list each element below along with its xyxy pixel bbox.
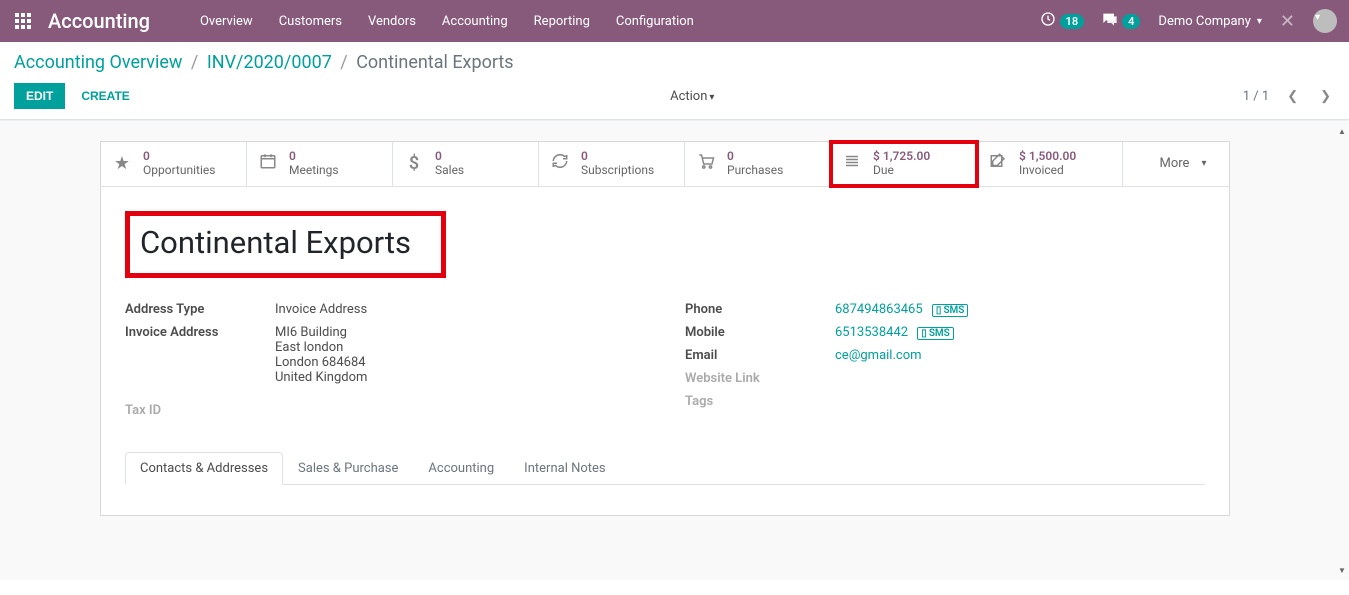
form-sheet: ★ 0Opportunities 0Meetings $ 0Sales 0Sub… — [100, 141, 1230, 516]
action-dropdown[interactable]: Action — [670, 89, 714, 104]
app-brand[interactable]: Accounting — [48, 9, 150, 33]
value-website — [835, 371, 1205, 386]
label-tax-id: Tax ID — [125, 403, 645, 418]
star-icon: ★ — [111, 153, 133, 174]
title-highlight-box: Continental Exports — [125, 211, 446, 278]
chat-icon — [1102, 11, 1118, 31]
list-icon — [841, 152, 863, 175]
label-email: Email — [685, 348, 835, 363]
tab-internal-notes[interactable]: Internal Notes — [509, 452, 620, 485]
company-switcher[interactable]: Demo Company — [1158, 14, 1261, 29]
label-invoice-address: Invoice Address — [125, 325, 275, 385]
label-phone: Phone — [685, 302, 835, 317]
vertical-scrollbar[interactable]: ▲ ▼ — [1337, 125, 1347, 576]
company-name: Demo Company — [1158, 14, 1250, 29]
cart-icon — [695, 152, 717, 175]
dollar-icon: $ — [403, 153, 425, 174]
tab-accounting[interactable]: Accounting — [413, 452, 509, 485]
nav-menu: Overview Customers Vendors Accounting Re… — [190, 4, 704, 39]
clock-icon — [1040, 11, 1056, 31]
nav-vendors[interactable]: Vendors — [358, 4, 426, 39]
discuss-button[interactable]: 4 — [1102, 11, 1140, 31]
stat-invoiced[interactable]: $ 1,500.00Invoiced — [977, 142, 1123, 186]
pager-text: 1 / 1 — [1243, 89, 1269, 104]
scroll-down-icon[interactable]: ▼ — [1337, 564, 1347, 576]
breadcrumb-root[interactable]: Accounting Overview — [14, 52, 182, 73]
stat-more[interactable]: More — [1123, 142, 1243, 186]
discuss-badge: 4 — [1122, 14, 1140, 29]
record-title: Continental Exports — [140, 224, 411, 261]
stat-sales[interactable]: $ 0Sales — [393, 142, 539, 186]
label-address-type: Address Type — [125, 302, 275, 317]
stat-meetings[interactable]: 0Meetings — [247, 142, 393, 186]
mobile-icon: ▯ — [921, 328, 927, 339]
activities-button[interactable]: 18 — [1040, 11, 1085, 31]
activities-badge: 18 — [1060, 14, 1085, 29]
edit-button[interactable]: EDIT — [14, 83, 65, 109]
breadcrumb-current: Continental Exports — [356, 52, 513, 73]
nav-reporting[interactable]: Reporting — [524, 4, 600, 39]
tab-sales-purchase[interactable]: Sales & Purchase — [283, 452, 413, 485]
pager-prev[interactable]: ❮ — [1283, 87, 1302, 106]
value-mobile[interactable]: 6513538442 — [835, 325, 908, 340]
value-tags — [835, 394, 1205, 409]
stat-purchases[interactable]: 0Purchases — [685, 142, 831, 186]
control-panel: Accounting Overview / INV/2020/0007 / Co… — [0, 42, 1349, 120]
user-avatar[interactable] — [1313, 9, 1337, 33]
value-invoice-address: MI6 Building East london London 684684 U… — [275, 325, 645, 385]
detail-tabs: Contacts & Addresses Sales & Purchase Ac… — [125, 452, 1205, 485]
main-area: ★ 0Opportunities 0Meetings $ 0Sales 0Sub… — [0, 120, 1349, 580]
breadcrumb: Accounting Overview / INV/2020/0007 / Co… — [14, 52, 1335, 73]
label-mobile: Mobile — [685, 325, 835, 340]
pencil-square-icon — [987, 152, 1009, 175]
nav-configuration[interactable]: Configuration — [606, 4, 704, 39]
label-tags: Tags — [685, 394, 835, 409]
stat-subscriptions[interactable]: 0Subscriptions — [539, 142, 685, 186]
create-button[interactable]: CREATE — [69, 83, 141, 109]
close-icon[interactable]: ✕ — [1280, 11, 1295, 32]
refresh-icon — [549, 152, 571, 175]
pager-next[interactable]: ❯ — [1316, 87, 1335, 106]
label-website: Website Link — [685, 371, 835, 386]
stat-due[interactable]: $ 1,725.00Due — [831, 142, 977, 186]
nav-overview[interactable]: Overview — [190, 4, 263, 39]
sms-mobile-button[interactable]: ▯SMS — [917, 327, 953, 340]
breadcrumb-invoice[interactable]: INV/2020/0007 — [207, 52, 332, 73]
mobile-icon: ▯ — [936, 305, 942, 316]
top-navbar: Accounting Overview Customers Vendors Ac… — [0, 0, 1349, 42]
value-email[interactable]: ce@gmail.com — [835, 348, 922, 363]
tab-contacts-addresses[interactable]: Contacts & Addresses — [125, 452, 283, 485]
nav-accounting[interactable]: Accounting — [432, 4, 518, 39]
scroll-up-icon[interactable]: ▲ — [1337, 125, 1347, 137]
value-address-type: Invoice Address — [275, 302, 645, 317]
nav-customers[interactable]: Customers — [269, 4, 352, 39]
apps-icon[interactable] — [12, 10, 34, 32]
stat-button-row: ★ 0Opportunities 0Meetings $ 0Sales 0Sub… — [101, 142, 1229, 187]
stat-opportunities[interactable]: ★ 0Opportunities — [101, 142, 247, 186]
calendar-icon — [257, 152, 279, 175]
value-phone[interactable]: 687494863465 — [835, 302, 923, 317]
sms-phone-button[interactable]: ▯SMS — [932, 304, 968, 317]
